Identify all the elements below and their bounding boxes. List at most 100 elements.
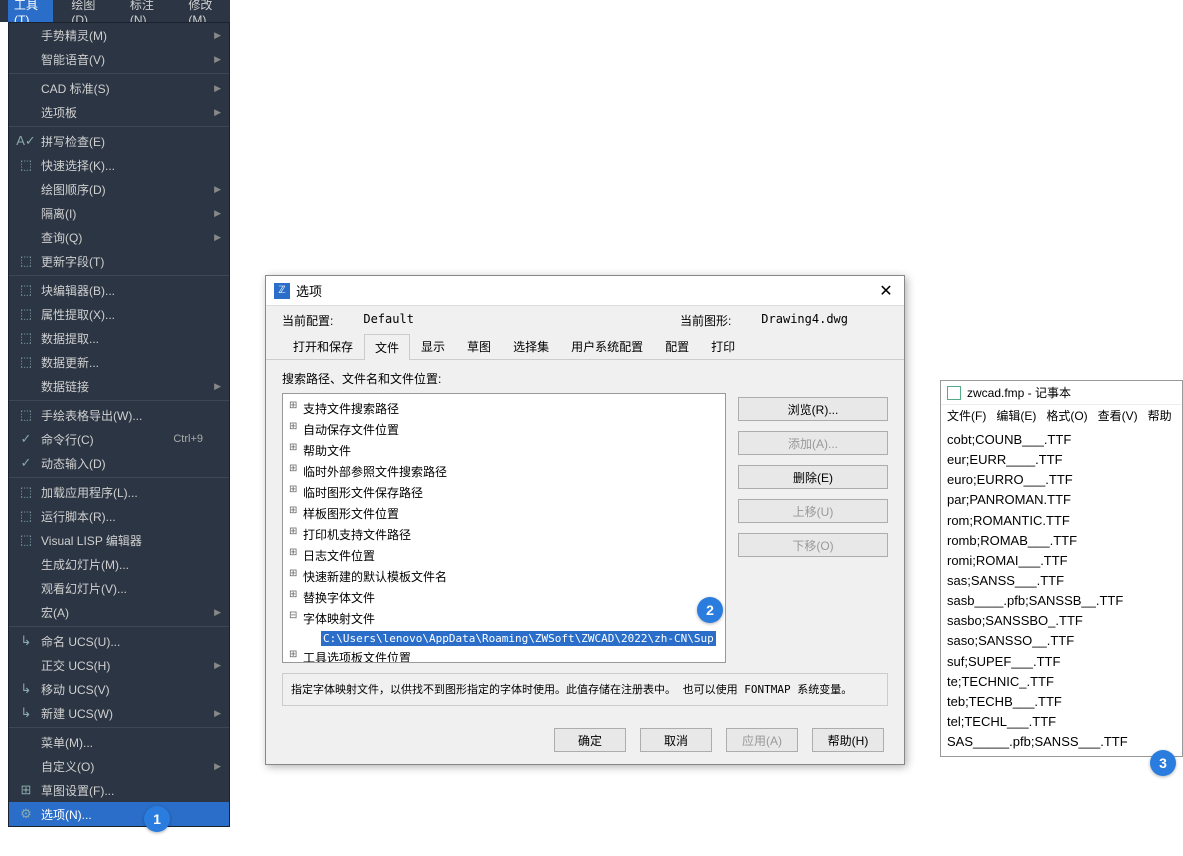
menu-item-icon: ⬚ [13, 330, 39, 346]
menu-item-label: 菜单(M)... [39, 734, 209, 751]
tree-node[interactable]: 帮助文件 [283, 440, 725, 461]
tools-dropdown: 手势精灵(M)▶智能语音(V)▶CAD 标准(S)▶选项板▶A✓拼写检查(E)⬚… [8, 22, 230, 827]
menu-item[interactable]: 隔离(I)▶ [9, 201, 229, 225]
menu-item[interactable]: ↳移动 UCS(V) [9, 677, 229, 701]
callout-2: 2 [697, 597, 723, 623]
tree-node[interactable]: 字体映射文件 [283, 608, 725, 629]
menu-item[interactable]: ⊞草图设置(F)... [9, 778, 229, 802]
menu-item[interactable]: ✓命令行(C)Ctrl+9 [9, 427, 229, 451]
menu-item[interactable]: ⬚数据提取... [9, 326, 229, 350]
browse-button[interactable]: 浏览(R)... [738, 397, 888, 421]
tree-node[interactable]: 样板图形文件位置 [283, 503, 725, 524]
menu-item[interactable]: CAD 标准(S)▶ [9, 76, 229, 100]
menu-item[interactable]: ⬚块编辑器(B)... [9, 278, 229, 302]
menu-item-icon: ↳ [13, 681, 39, 697]
menu-item-label: 宏(A) [39, 604, 209, 621]
notepad-menu-item[interactable]: 文件(F) [947, 407, 986, 424]
notepad-line: euro;EURRO___.TTF [947, 470, 1176, 490]
tree-node[interactable]: 临时图形文件保存路径 [283, 482, 725, 503]
tab[interactable]: 文件 [364, 334, 410, 360]
tree-node[interactable]: 快速新建的默认模板文件名 [283, 566, 725, 587]
tree-node[interactable]: 日志文件位置 [283, 545, 725, 566]
menu-item[interactable]: 数据链接▶ [9, 374, 229, 398]
menu-item[interactable]: ⬚更新字段(T) [9, 249, 229, 273]
menu-item-label: 手绘表格导出(W)... [39, 407, 209, 424]
menu-item[interactable]: 观看幻灯片(V)... [9, 576, 229, 600]
menu-item[interactable]: ↳命名 UCS(U)... [9, 629, 229, 653]
menu-item[interactable]: 绘图顺序(D)▶ [9, 177, 229, 201]
dialog-footer: 确定 取消 应用(A) 帮助(H) [266, 716, 904, 764]
notepad-line: romb;ROMAB___.TTF [947, 531, 1176, 551]
notepad-menu-item[interactable]: 编辑(E) [996, 407, 1036, 424]
current-drawing-value: Drawing4.dwg [761, 312, 848, 329]
menu-item[interactable]: ⬚Visual LISP 编辑器 [9, 528, 229, 552]
menu-item[interactable]: ⚙选项(N)... [9, 802, 229, 826]
notepad-menu-item[interactable]: 查看(V) [1098, 407, 1138, 424]
menu-item[interactable]: 智能语音(V)▶ [9, 47, 229, 71]
menu-item-label: 移动 UCS(V) [39, 681, 209, 698]
menu-item[interactable]: 自定义(O)▶ [9, 754, 229, 778]
tree-node[interactable]: 替换字体文件 [283, 587, 725, 608]
tab[interactable]: 打开和保存 [282, 333, 364, 359]
menu-item[interactable]: 选项板▶ [9, 100, 229, 124]
menu-item[interactable]: 查询(Q)▶ [9, 225, 229, 249]
notepad-line: eur;EURR____.TTF [947, 450, 1176, 470]
menu-item-icon: ↳ [13, 633, 39, 649]
menu-item-label: 查询(Q) [39, 229, 209, 246]
tree-node[interactable]: 临时外部参照文件搜索路径 [283, 461, 725, 482]
help-button[interactable]: 帮助(H) [812, 728, 884, 752]
menu-item-label: 属性提取(X)... [39, 306, 209, 323]
menu-item[interactable]: ⬚快速选择(K)... [9, 153, 229, 177]
delete-button[interactable]: 删除(E) [738, 465, 888, 489]
dialog-body: 搜索路径、文件名和文件位置: 支持文件搜索路径自动保存文件位置帮助文件临时外部参… [266, 360, 904, 716]
tree-node[interactable]: 支持文件搜索路径 [283, 398, 725, 419]
chevron-right-icon: ▶ [209, 54, 221, 65]
notepad-line: sas;SANSS___.TTF [947, 571, 1176, 591]
notepad-line: sasbo;SANSSBO_.TTF [947, 611, 1176, 631]
close-icon[interactable]: ✕ [876, 281, 896, 301]
menu-item[interactable]: ⬚数据更新... [9, 350, 229, 374]
moveup-button[interactable]: 上移(U) [738, 499, 888, 523]
menu-item[interactable]: ⬚属性提取(X)... [9, 302, 229, 326]
tab[interactable]: 草图 [456, 333, 502, 359]
movedown-button[interactable]: 下移(O) [738, 533, 888, 557]
menu-item[interactable]: ⬚手绘表格导出(W)... [9, 403, 229, 427]
notepad-line: SAS_____.pfb;SANSS___.TTF [947, 732, 1176, 752]
chevron-right-icon: ▶ [209, 761, 221, 772]
menu-item[interactable]: ⬚加载应用程序(L)... [9, 480, 229, 504]
notepad-menu-item[interactable]: 帮助 [1148, 407, 1172, 424]
add-button[interactable]: 添加(A)... [738, 431, 888, 455]
tab[interactable]: 打印 [700, 333, 746, 359]
menu-item-label: 块编辑器(B)... [39, 282, 209, 299]
menu-item-label: 生成幻灯片(M)... [39, 556, 209, 573]
menu-item-icon: ⬚ [13, 532, 39, 548]
menu-item[interactable]: ✓动态输入(D) [9, 451, 229, 475]
chevron-right-icon: ▶ [209, 232, 221, 243]
tab[interactable]: 显示 [410, 333, 456, 359]
description-box: 指定字体映射文件，以供找不到图形指定的字体时使用。此值存储在注册表中。 也可以使… [282, 673, 888, 706]
notepad-menu-item[interactable]: 格式(O) [1046, 407, 1087, 424]
menu-item[interactable]: 宏(A)▶ [9, 600, 229, 624]
menu-item[interactable]: ↳新建 UCS(W)▶ [9, 701, 229, 725]
notepad-line: rom;ROMANTIC.TTF [947, 511, 1176, 531]
tree-node[interactable]: 自动保存文件位置 [283, 419, 725, 440]
tree-node[interactable]: 工具选项板文件位置 [283, 647, 725, 663]
tree-leaf[interactable]: C:\Users\lenovo\AppData\Roaming\ZWSoft\Z… [283, 629, 725, 647]
tab[interactable]: 选择集 [502, 333, 560, 359]
tree-node[interactable]: 打印机支持文件路径 [283, 524, 725, 545]
cancel-button[interactable]: 取消 [640, 728, 712, 752]
menu-item[interactable]: 手势精灵(M)▶ [9, 23, 229, 47]
apply-button[interactable]: 应用(A) [726, 728, 798, 752]
menu-item[interactable]: 生成幻灯片(M)... [9, 552, 229, 576]
tab[interactable]: 配置 [654, 333, 700, 359]
menu-item[interactable]: 正交 UCS(H)▶ [9, 653, 229, 677]
tab[interactable]: 用户系统配置 [560, 333, 654, 359]
ok-button[interactable]: 确定 [554, 728, 626, 752]
menu-item[interactable]: ⬚运行脚本(R)... [9, 504, 229, 528]
menu-item-label: 正交 UCS(H) [39, 657, 209, 674]
menu-item[interactable]: A✓拼写检查(E) [9, 129, 229, 153]
section-label: 搜索路径、文件名和文件位置: [282, 370, 888, 387]
menu-item[interactable]: 菜单(M)... [9, 730, 229, 754]
chevron-right-icon: ▶ [209, 607, 221, 618]
file-tree[interactable]: 支持文件搜索路径自动保存文件位置帮助文件临时外部参照文件搜索路径临时图形文件保存… [282, 393, 726, 663]
